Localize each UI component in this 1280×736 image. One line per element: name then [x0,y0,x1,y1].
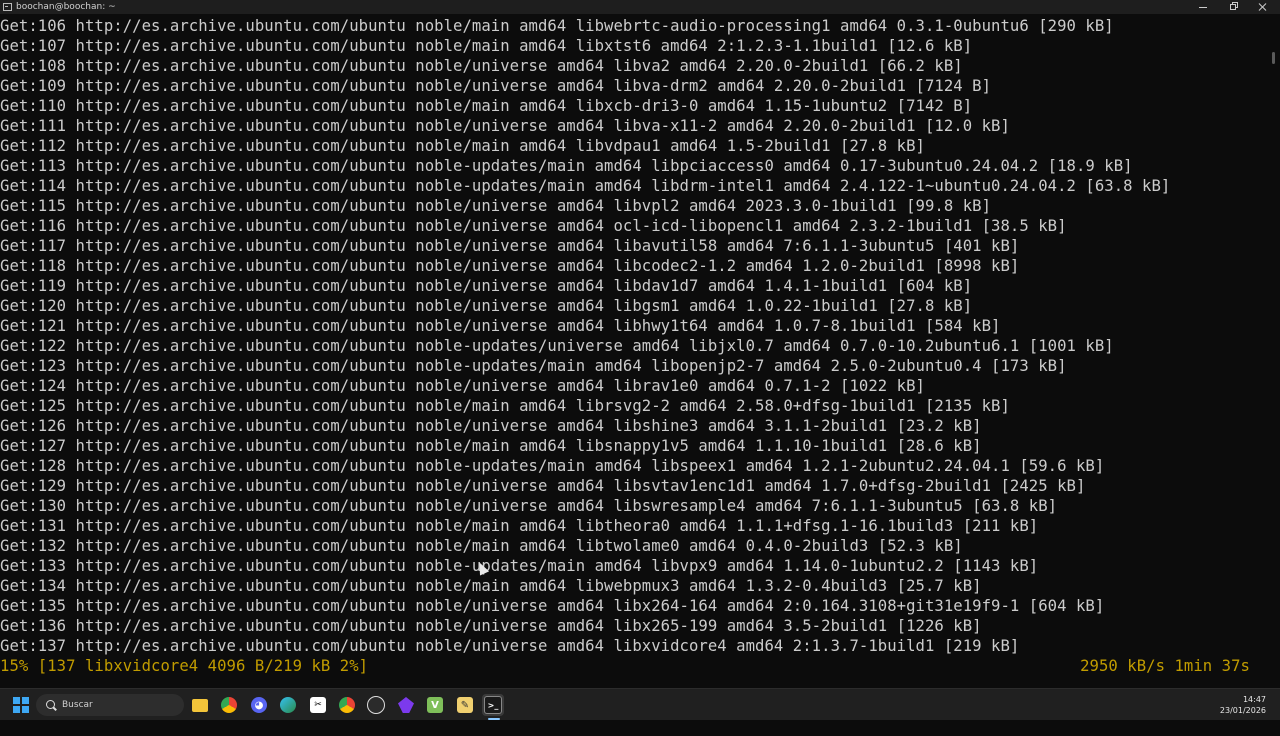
terminal-output[interactable]: Get:106 http://es.archive.ubuntu.com/ubu… [0,16,1270,684]
search-icon [46,700,55,709]
terminal-line: Get:107 http://es.archive.ubuntu.com/ubu… [0,37,973,55]
terminal-line: Get:120 http://es.archive.ubuntu.com/ubu… [0,297,973,315]
close-button[interactable] [1248,0,1278,14]
taskbar-search[interactable]: Buscar [36,694,184,716]
terminal-line: Get:130 http://es.archive.ubuntu.com/ubu… [0,497,1058,515]
title-bar[interactable]: boochan@boochan: ~ [0,0,1280,14]
taskbar-discord[interactable]: ◕ [248,694,270,716]
progress-summary: 15% [137 libxvidcore4 4096 B/219 kB 2%] [0,657,369,675]
terminal-line: Get:119 http://es.archive.ubuntu.com/ubu… [0,277,973,295]
terminal-line: Get:111 http://es.archive.ubuntu.com/ubu… [0,117,1010,135]
visual-studio-icon: V [427,697,443,713]
terminal-line: Get:123 http://es.archive.ubuntu.com/ubu… [0,357,1067,375]
apt-progress-status: 15% [137 libxvidcore4 4096 B/219 kB 2%] … [0,656,1270,676]
restore-icon [1230,4,1236,10]
chrome-profile-icon [339,697,355,713]
terminal-line: Get:125 http://es.archive.ubuntu.com/ubu… [0,397,1010,415]
edge-icon [280,697,296,713]
terminal-line: Get:109 http://es.archive.ubuntu.com/ubu… [0,77,992,95]
terminal-app-icon [3,3,12,11]
system-clock[interactable]: 14:47 23/01/2026 [1206,694,1266,716]
search-placeholder: Buscar [62,700,93,710]
terminal-line: Get:112 http://es.archive.ubuntu.com/ubu… [0,137,925,155]
windows-logo-icon [13,697,29,713]
terminal-line: Get:136 http://es.archive.ubuntu.com/ubu… [0,617,982,635]
minimize-icon [1199,6,1207,8]
taskbar-file-explorer[interactable] [189,694,211,716]
terminal-line: Get:127 http://es.archive.ubuntu.com/ubu… [0,437,982,455]
close-icon [1259,3,1267,11]
terminal-line: Get:122 http://es.archive.ubuntu.com/ubu… [0,337,1114,355]
taskbar-obsidian[interactable] [395,694,417,716]
minimize-button[interactable] [1188,0,1218,14]
scrollbar-thumb[interactable] [1272,52,1275,64]
taskbar-edge[interactable] [277,694,299,716]
maximize-button[interactable] [1218,0,1248,14]
obs-icon [367,696,385,714]
terminal-line: Get:132 http://es.archive.ubuntu.com/ubu… [0,537,963,555]
window-title: boochan@boochan: ~ [16,2,116,12]
taskbar-obs[interactable] [365,694,387,716]
clock-time: 14:47 [1242,695,1266,704]
terminal-icon: >_ [484,696,502,714]
terminal-line: Get:137 http://es.archive.ubuntu.com/ubu… [0,637,1020,655]
file-explorer-icon [192,698,208,712]
terminal-line: Get:126 http://es.archive.ubuntu.com/ubu… [0,417,982,435]
taskbar-chrome-profile[interactable] [336,694,358,716]
terminal-line: Get:129 http://es.archive.ubuntu.com/ubu… [0,477,1086,495]
chrome-icon [221,697,237,713]
download-speed-eta: 2950 kB/s 1min 37s [1080,657,1250,675]
terminal-line: Get:108 http://es.archive.ubuntu.com/ubu… [0,57,963,75]
terminal-line: Get:121 http://es.archive.ubuntu.com/ubu… [0,317,1001,335]
taskbar-notepad[interactable]: ✎ [454,694,476,716]
terminal-line: Get:116 http://es.archive.ubuntu.com/ubu… [0,217,1067,235]
terminal-line: Get:110 http://es.archive.ubuntu.com/ubu… [0,97,973,115]
terminal-line: Get:106 http://es.archive.ubuntu.com/ubu… [0,17,1114,35]
clock-date: 23/01/2026 [1219,706,1266,715]
terminal-line: Get:133 http://es.archive.ubuntu.com/ubu… [0,557,1039,575]
terminal-line: Get:131 http://es.archive.ubuntu.com/ubu… [0,517,1039,535]
notepad-icon: ✎ [457,697,473,713]
terminal-line: Get:135 http://es.archive.ubuntu.com/ubu… [0,597,1105,615]
terminal-line: Get:128 http://es.archive.ubuntu.com/ubu… [0,457,1105,475]
terminal-line: Get:115 http://es.archive.ubuntu.com/ubu… [0,197,992,215]
discord-icon: ◕ [251,697,267,713]
taskbar-terminal[interactable]: >_ [482,694,504,716]
taskbar: Buscar ◕ ✂ V ✎ >_ 14:47 23/01/2026 [0,688,1280,720]
capcut-icon: ✂ [310,697,326,713]
start-button[interactable] [10,694,32,716]
terminal-line: Get:118 http://es.archive.ubuntu.com/ubu… [0,257,1020,275]
terminal-line: Get:117 http://es.archive.ubuntu.com/ubu… [0,237,1020,255]
taskbar-chrome[interactable] [218,694,240,716]
terminal-line: Get:124 http://es.archive.ubuntu.com/ubu… [0,377,925,395]
terminal-line: Get:134 http://es.archive.ubuntu.com/ubu… [0,577,982,595]
terminal-line: Get:114 http://es.archive.ubuntu.com/ubu… [0,177,1171,195]
terminal-line: Get:113 http://es.archive.ubuntu.com/ubu… [0,157,1133,175]
taskbar-capcut[interactable]: ✂ [307,694,329,716]
terminal-window[interactable]: boochan@boochan: ~ Get:106 http://es.arc… [0,0,1280,688]
obsidian-icon [398,697,414,713]
taskbar-visual-studio[interactable]: V [424,694,446,716]
